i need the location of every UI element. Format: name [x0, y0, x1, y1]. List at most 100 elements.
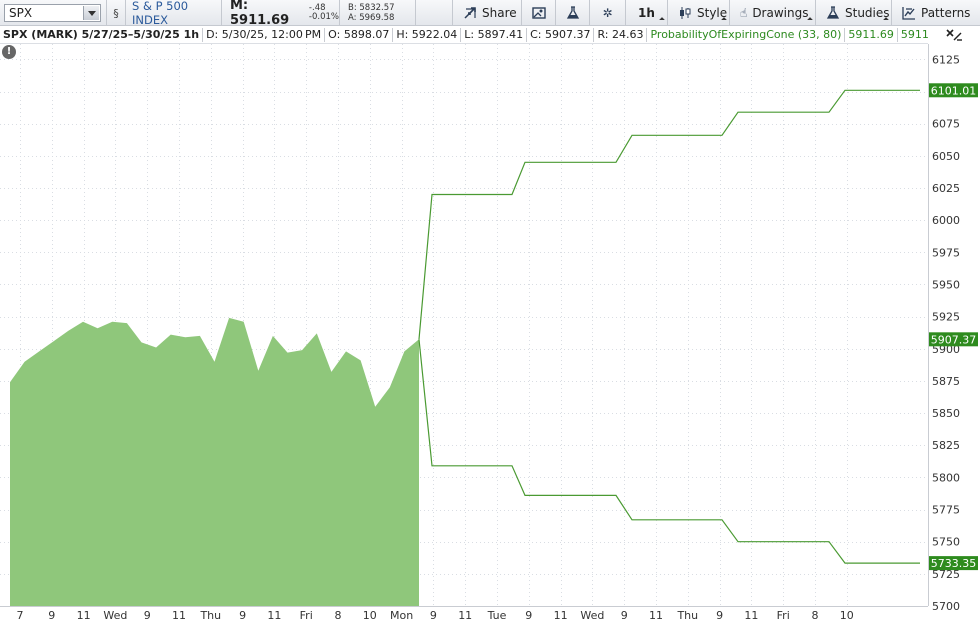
symbol-description: S & P 500 INDEX	[126, 0, 222, 27]
x-tick-label: Thu	[199, 609, 221, 622]
flask-icon	[826, 6, 840, 20]
x-tick-label: 8	[335, 609, 342, 622]
x-axis-ticks: 7 9 11 Wed 9 11 Thu 9 11 Fri 8 10 Mon 9 11 Tue 9 11 Wed 9 11…	[17, 609, 854, 622]
symbol-input[interactable]: SPX	[4, 4, 101, 22]
y-tick-label: 5875	[932, 375, 960, 388]
mark-value: M: 5911.69	[230, 0, 290, 28]
bid-value: B: 5832.57	[348, 3, 395, 13]
drawings-label: Drawings	[752, 6, 809, 20]
y-tick-label: 5775	[932, 504, 960, 517]
y-tick-label: 5825	[932, 439, 960, 452]
y-tick-label: 6125	[932, 53, 960, 66]
share-button[interactable]: Share	[452, 0, 522, 26]
price-label-lower: 5733.35	[931, 557, 977, 570]
toolbar: SPX § S & P 500 INDEX M: 5911.69 -.48 -0…	[0, 0, 980, 28]
bar-date: D: 5/30/25, 12:00 PM	[203, 27, 326, 42]
share-label: Share	[482, 6, 517, 20]
share-icon	[463, 6, 477, 20]
price-label-last: 5907.37	[931, 333, 977, 346]
corner-triangle-icon	[807, 17, 813, 23]
x-tick-label: Thu	[676, 609, 698, 622]
percent-change: -0.01%	[308, 12, 339, 22]
bar-close: C: 5907.37	[527, 27, 595, 42]
study-value-1: 5911.69	[845, 27, 898, 42]
pointer-hand-icon: ☝	[740, 6, 748, 20]
gear-icon: ✲	[602, 6, 613, 20]
studies-label: Studies	[845, 6, 890, 20]
x-tick-label: 11	[554, 609, 568, 622]
y-tick-label: 6050	[932, 150, 960, 163]
corner-triangle-icon	[659, 17, 665, 23]
bar-range: R: 24.63	[594, 27, 648, 42]
x-tick-label: Fri	[300, 609, 313, 622]
x-tick-label: 9	[430, 609, 437, 622]
x-tick-label: 10	[363, 609, 377, 622]
timeframe-label: 1h	[638, 6, 655, 20]
x-tick-label: 10	[840, 609, 854, 622]
x-tick-label: 9	[716, 609, 723, 622]
bar-low: L: 5897.41	[461, 27, 528, 42]
study-name[interactable]: ProbabilityOfExpiringCone (33, 80)	[647, 27, 846, 42]
symbol-description-text: S & P 500 INDEX	[132, 0, 189, 27]
patterns-icon	[902, 6, 916, 20]
timeframe-button[interactable]: 1h	[626, 0, 668, 26]
studies-button[interactable]: Studies	[816, 0, 892, 26]
x-tick-label: Wed	[103, 609, 127, 622]
mark-price: M: 5911.69 -.48 -0.01%	[222, 0, 340, 28]
y-tick-label: 5925	[932, 311, 960, 324]
cone-upper-line	[418, 89, 920, 340]
x-tick-label: 7	[17, 609, 24, 622]
x-tick-label: 11	[458, 609, 472, 622]
link-icon[interactable]: §	[106, 0, 126, 26]
flask-button[interactable]	[556, 0, 590, 26]
y-tick-label: 5700	[932, 600, 960, 613]
price-label-upper: 6101.01	[931, 84, 977, 97]
x-tick-label: 11	[649, 609, 663, 622]
y-tick-label: 5750	[932, 536, 960, 549]
bid-ask: B: 5832.57 A: 5969.58	[340, 0, 416, 26]
chart-title: SPX (MARK) 5/27/25–5/30/25 1h	[0, 27, 204, 42]
x-tick-label: 8	[812, 609, 819, 622]
symbol-value: SPX	[9, 6, 33, 20]
x-tick-label: 11	[744, 609, 758, 622]
x-tick-label: 9	[144, 609, 151, 622]
x-tick-label: 11	[172, 609, 186, 622]
study-value-2: 5911.69	[900, 27, 928, 41]
y-tick-label: 5950	[932, 278, 960, 291]
cone-lower-line	[418, 339, 920, 564]
candlestick-icon	[678, 6, 692, 20]
x-tick-label: 11	[77, 609, 91, 622]
y-tick-label: 6000	[932, 214, 960, 227]
x-tick-label: 11	[267, 609, 281, 622]
chart-settings-icon[interactable]	[928, 26, 980, 44]
chevron-down-icon[interactable]	[83, 6, 99, 20]
price-area	[10, 317, 419, 606]
x-tick-label: Wed	[580, 609, 604, 622]
x-tick-label: 9	[525, 609, 532, 622]
y-tick-label: 6025	[932, 182, 960, 195]
ask-value: A: 5969.58	[348, 13, 395, 23]
patterns-label: Patterns	[921, 6, 971, 20]
x-tick-label: Mon	[390, 609, 413, 622]
bar-open: O: 5898.07	[325, 27, 394, 42]
alert-icon[interactable]: !	[2, 45, 16, 59]
image-icon	[531, 6, 546, 20]
y-tick-label: 5800	[932, 471, 960, 484]
x-tick-label: Tue	[487, 609, 507, 622]
chart-info-bar: SPX (MARK) 5/27/25–5/30/25 1h D: 5/30/25…	[0, 26, 928, 44]
price-chart[interactable]: 6125610060756050602560005975595059255900…	[0, 0, 980, 623]
drawings-button[interactable]: ☝ Drawings	[730, 0, 816, 26]
flask-icon	[566, 6, 580, 20]
snapshot-button[interactable]	[522, 0, 556, 26]
change-values: -.48 -0.01%	[309, 4, 339, 22]
y-tick-label: 5850	[932, 407, 960, 420]
x-tick-label: 9	[48, 609, 55, 622]
x-tick-label: 9	[621, 609, 628, 622]
style-button[interactable]: Style	[668, 0, 730, 26]
x-tick-label: 9	[239, 609, 246, 622]
y-tick-label: 5975	[932, 246, 960, 259]
settings-button[interactable]: ✲	[590, 0, 626, 26]
y-tick-label: 6075	[932, 118, 960, 131]
patterns-button[interactable]: Patterns	[892, 0, 980, 26]
x-tick-label: Fri	[777, 609, 790, 622]
